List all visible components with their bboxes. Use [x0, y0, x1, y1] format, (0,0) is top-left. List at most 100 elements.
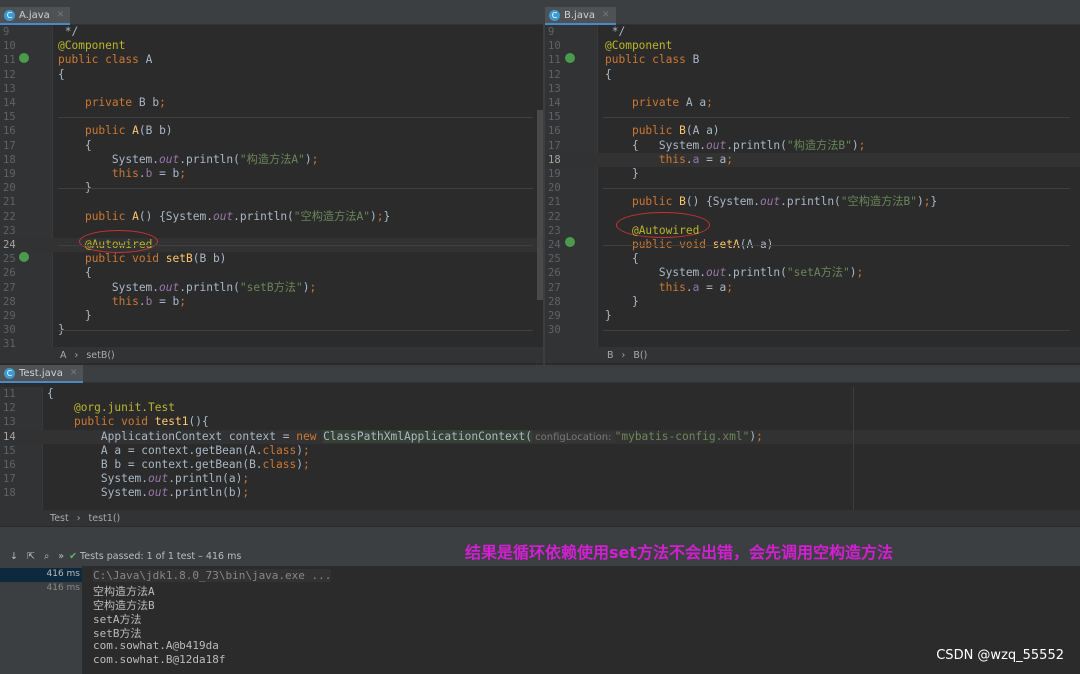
tab-bar-test: C Test.java ✕	[0, 365, 1080, 383]
tab-a-java[interactable]: C A.java ✕	[0, 7, 71, 25]
code-line[interactable]: B b = context.getBean(B.class);	[47, 458, 310, 472]
code-line[interactable]: {	[605, 68, 612, 82]
code-token: )	[296, 443, 303, 457]
code-line[interactable]: @Component	[605, 39, 672, 53]
code-token: "setA方法"	[786, 266, 850, 280]
code-line[interactable]: {	[58, 139, 92, 153]
more-icon[interactable]: »	[58, 551, 64, 562]
breadcrumb-item[interactable]: Test	[50, 513, 69, 524]
code-line[interactable]: System.out.println(b);	[47, 486, 249, 500]
line-number: 20	[548, 182, 561, 195]
method-separator	[58, 245, 533, 247]
code-token: "构造方法B"	[786, 138, 852, 152]
code-token: ;	[309, 280, 317, 294]
code-line[interactable]: public A() {System.out.println("空构造方法A")…	[58, 210, 390, 224]
code-line[interactable]: this.b = b;	[58, 167, 186, 181]
line-number: 12	[3, 402, 16, 415]
breadcrumb-test: Test › test1()	[0, 510, 1080, 526]
code-line[interactable]: {	[605, 252, 639, 266]
code-token: out	[706, 266, 727, 280]
tab-test-java[interactable]: C Test.java ✕	[0, 365, 84, 383]
code-token: () {System.	[138, 209, 213, 223]
code-line[interactable]: public void test1(){	[47, 415, 209, 429]
code-token: }	[605, 309, 612, 322]
code-line[interactable]: ApplicationContext context = new ClassPa…	[47, 429, 763, 444]
breadcrumb-item[interactable]: setB()	[86, 350, 114, 361]
code-token: {	[47, 387, 54, 400]
code-line[interactable]: {	[47, 387, 54, 401]
breadcrumb-item[interactable]: B()	[633, 350, 647, 361]
code-line[interactable]: System.out.println("构造方法A");	[58, 153, 318, 167]
code-line[interactable]: */	[605, 25, 625, 39]
code-line[interactable]: { System.out.println("构造方法B");	[605, 139, 865, 153]
editor-b[interactable]: 9 */10 @Component 11 public class B 12{13 14 …	[545, 25, 1080, 347]
code-token: )	[304, 152, 312, 166]
tab-b-java[interactable]: C B.java ✕	[545, 7, 616, 25]
code-line[interactable]: this.b = b;	[58, 295, 186, 309]
code-line[interactable]: public A(B b)	[58, 124, 173, 138]
line-number: 27	[3, 281, 16, 294]
test-time[interactable]: 416 ms	[47, 569, 81, 579]
code-token: (B b)	[138, 124, 173, 138]
code-line[interactable]: public void setB(B b)	[58, 252, 226, 266]
breadcrumb-b: B › B()	[545, 347, 1080, 363]
code-line[interactable]: System.out.println(a);	[47, 472, 249, 486]
breadcrumb-item[interactable]: B	[607, 350, 614, 361]
line-number: 24	[548, 239, 561, 251]
code-line[interactable]: */	[58, 25, 78, 39]
close-icon[interactable]: ✕	[70, 368, 78, 378]
search-history-icon[interactable]: ⌕	[44, 551, 49, 562]
code-line[interactable]: private B b;	[58, 96, 166, 110]
line-number: 30	[3, 324, 16, 337]
close-icon[interactable]: ✕	[57, 10, 65, 20]
code-line[interactable]: public class A	[58, 53, 152, 67]
export-icon[interactable]: ⇱	[27, 551, 35, 562]
code-line[interactable]: System.out.println("setB方法");	[58, 281, 316, 295]
code-token: = a	[699, 280, 727, 294]
code-token: class	[262, 458, 297, 471]
line-number: 11	[548, 54, 561, 67]
editor-a[interactable]: 9 */10 @Component 11 public class A 12{13 14 …	[0, 25, 543, 347]
code-token: }	[605, 167, 639, 180]
code-line[interactable]: public class B	[605, 53, 699, 67]
console-output[interactable]: 416 ms 416 ms C:\Java\jdk1.8.0_73\bin\ja…	[0, 566, 1080, 674]
code-token: .	[138, 294, 146, 308]
code-line[interactable]: @Autowired	[605, 224, 699, 238]
code-line[interactable]: this.a = a;	[605, 281, 733, 295]
code-token: .println(a)	[168, 472, 243, 486]
code-line[interactable]: {	[58, 68, 65, 82]
code-token: out	[706, 138, 727, 152]
arrow-down-icon[interactable]: ↓	[10, 551, 18, 562]
code-token: A	[132, 124, 139, 138]
code-token: B b	[138, 96, 160, 109]
breadcrumb-item[interactable]: A	[60, 350, 67, 361]
line-number: 19	[3, 168, 16, 180]
code-line[interactable]: @Component	[58, 39, 125, 53]
code-line[interactable]: public B(A a)	[605, 124, 720, 138]
code-line[interactable]: private A a;	[605, 96, 713, 110]
code-line[interactable]: }	[605, 295, 639, 309]
code-line[interactable]: this.a = a;	[605, 153, 733, 167]
code-line[interactable]: }	[605, 309, 612, 323]
code-token: ApplicationContext context =	[47, 429, 297, 443]
line-number: 21	[548, 196, 561, 209]
spring-bean-icon	[565, 53, 575, 63]
code-token: ;	[726, 152, 734, 166]
code-token: this	[658, 280, 686, 294]
code-line[interactable]: @org.junit.Test	[47, 401, 175, 415]
close-icon[interactable]: ✕	[602, 10, 610, 20]
editor-test[interactable]: 11 {12 @org.junit.Test 13 public void test…	[0, 387, 1080, 510]
code-line[interactable]: {	[58, 266, 92, 280]
code-line[interactable]: A a = context.getBean(A.class);	[47, 444, 310, 458]
line-number: 28	[548, 295, 561, 308]
code-line[interactable]: public B() {System.out.println("空构造方法B")…	[605, 195, 937, 209]
line-number: 17	[548, 139, 561, 152]
code-line[interactable]: }	[605, 167, 639, 181]
test-time[interactable]: 416 ms	[47, 583, 81, 593]
breadcrumb-item[interactable]: test1()	[89, 513, 121, 524]
code-line[interactable]: }	[58, 309, 92, 323]
code-token: ;	[858, 138, 866, 152]
code-line[interactable]: System.out.println("setA方法");	[605, 266, 863, 280]
code-token: ;	[726, 280, 734, 294]
